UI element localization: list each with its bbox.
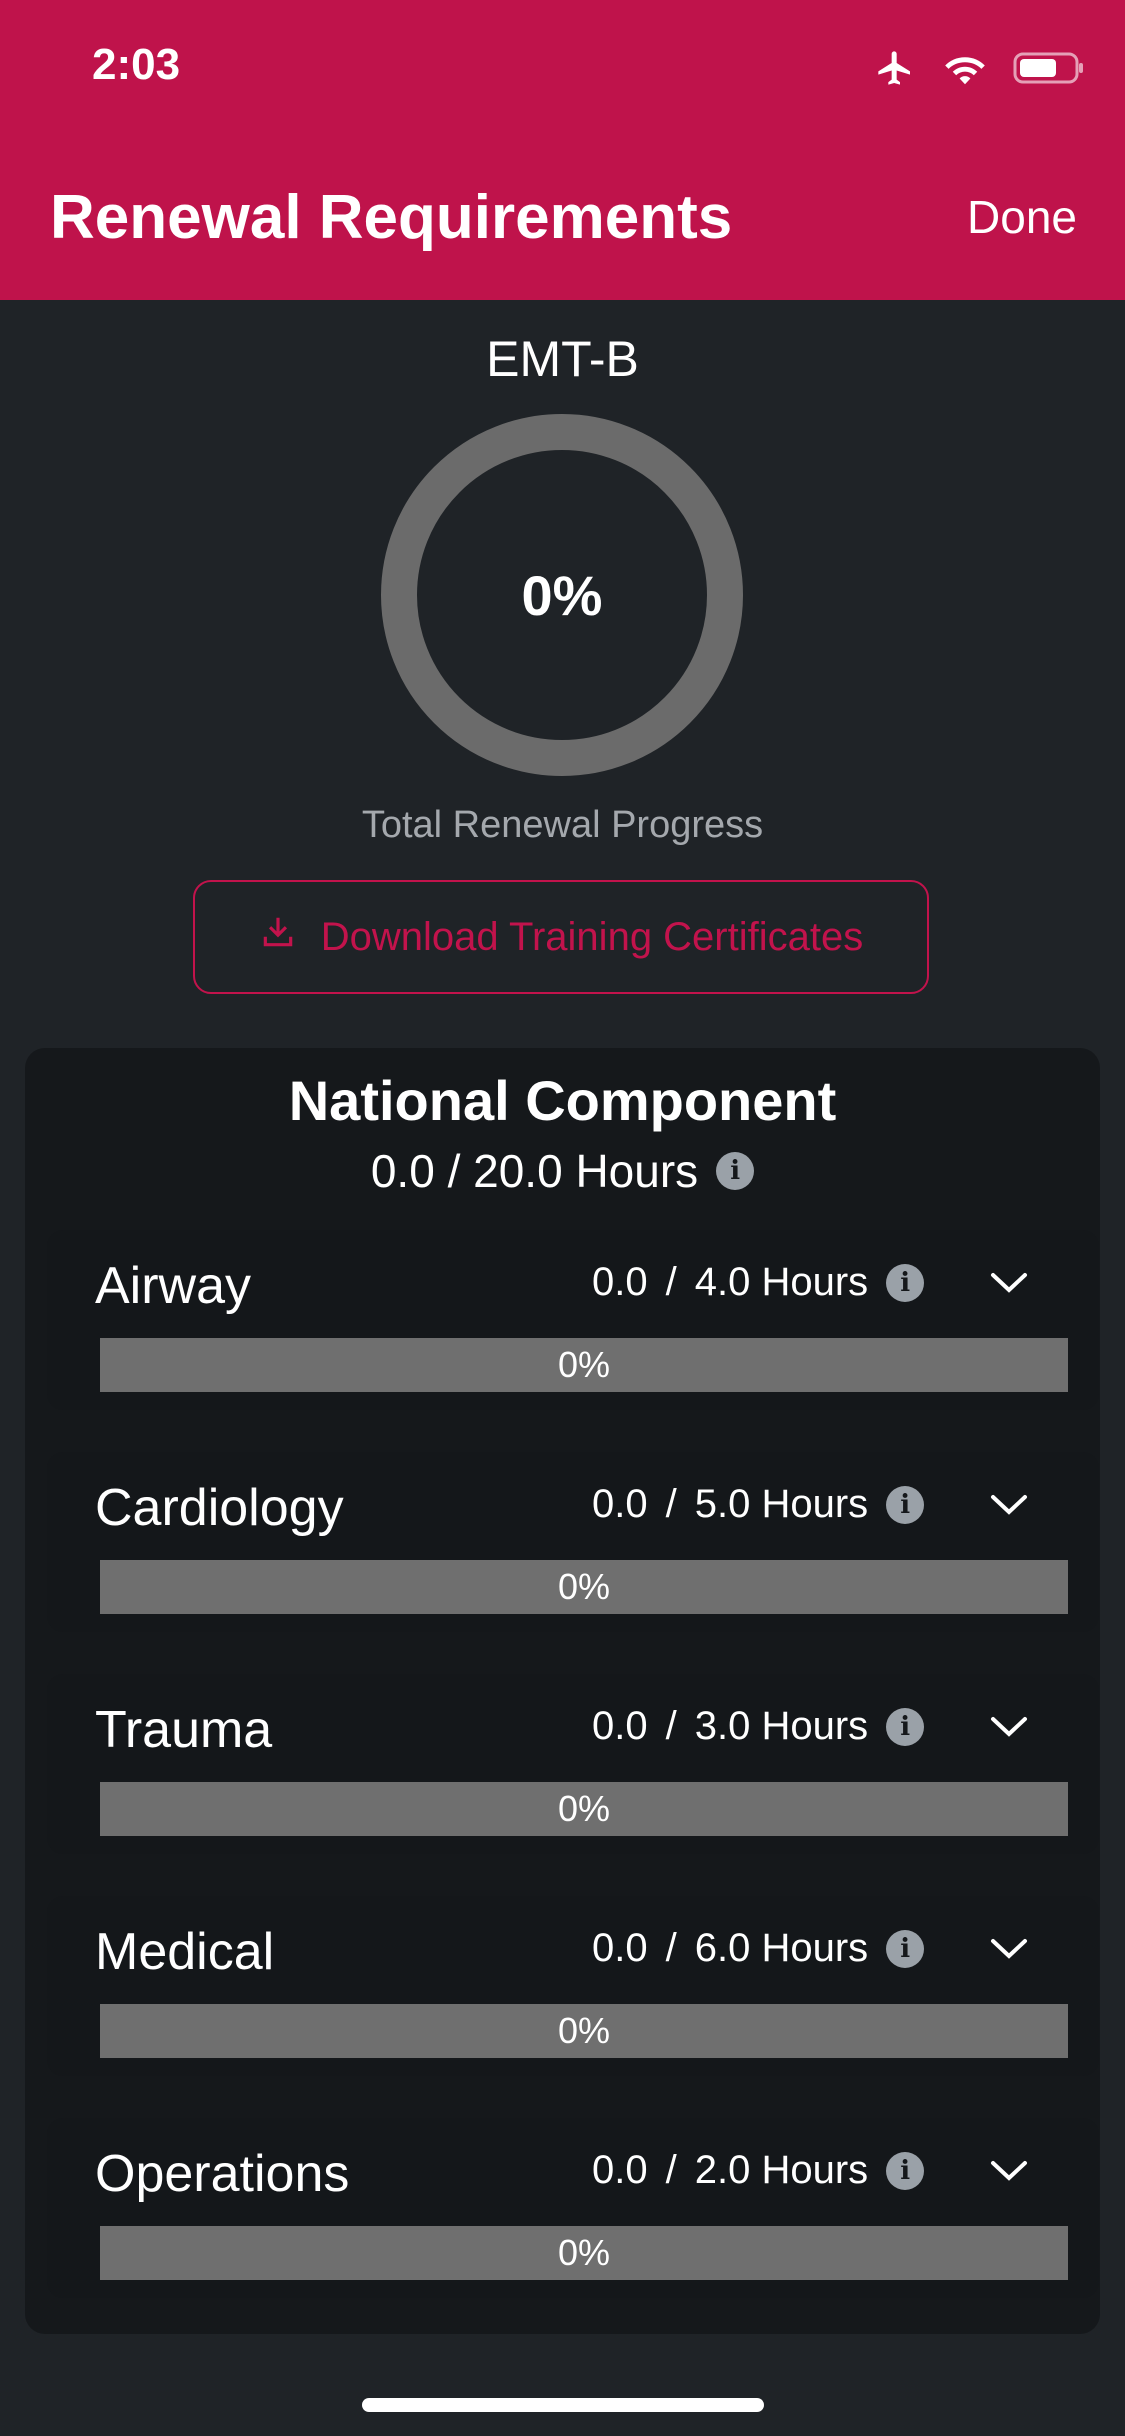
info-icon[interactable]: i [886, 1707, 925, 1746]
download-icon [259, 913, 297, 961]
progress-bar: 0% [100, 2226, 1068, 2280]
status-icons [873, 48, 1085, 93]
chevron-down-icon[interactable] [989, 1492, 1029, 1523]
hours-separator: / [665, 1926, 677, 1970]
category-name: Airway [95, 1257, 252, 1315]
category-row[interactable]: Airway 0.0 / 4.0 Hours i 0% [47, 1230, 1099, 1410]
progress-caption: Total Renewal Progress [361, 804, 764, 846]
progress-bar: 0% [100, 1782, 1068, 1836]
hours-done: 0.0 [592, 1260, 648, 1304]
info-icon[interactable]: i [886, 2151, 925, 2190]
section-title: National Component [288, 1069, 837, 1132]
page-title: Renewal Requirements [50, 183, 733, 252]
hours-separator: / [665, 1260, 677, 1304]
battery-icon [1013, 50, 1085, 91]
category-row[interactable]: Medical 0.0 / 6.0 Hours i 0% [47, 1896, 1099, 2076]
progress-bar: 0% [100, 1338, 1068, 1392]
info-icon[interactable]: i [886, 1263, 925, 1302]
section-hours-text: 0.0 / 20.0 Hours [370, 1145, 699, 1197]
category-name: Operations [95, 2145, 350, 2203]
chevron-down-icon[interactable] [989, 1936, 1029, 1967]
status-time: 2:03 [92, 40, 181, 89]
info-icon[interactable]: i [886, 1929, 925, 1968]
progress-percent: 0% [521, 563, 603, 627]
info-icon[interactable]: i [716, 1152, 755, 1190]
hours-done: 0.0 [592, 2148, 648, 2192]
airplane-icon [873, 48, 917, 93]
home-indicator[interactable] [362, 2398, 764, 2412]
category-row[interactable]: Trauma 0.0 / 3.0 Hours i 0% [47, 1674, 1099, 1854]
hours-separator: / [665, 1704, 677, 1748]
chevron-down-icon[interactable] [989, 1270, 1029, 1301]
progress-bar: 0% [100, 2004, 1068, 2058]
category-row[interactable]: Cardiology 0.0 / 5.0 Hours i 0% [47, 1452, 1099, 1632]
certification-name: EMT-B [486, 331, 639, 387]
hours-done: 0.0 [592, 1704, 648, 1748]
download-label: Download Training Certificates [320, 914, 864, 959]
progress-bar-label: 0% [557, 2010, 611, 2051]
category-name: Medical [95, 1923, 275, 1981]
progress-ring: 0% [381, 414, 743, 776]
chevron-down-icon[interactable] [989, 2158, 1029, 2189]
progress-bar-label: 0% [557, 1344, 611, 1385]
hours-total: 6.0 Hours [694, 1926, 869, 1970]
category-row[interactable]: Operations 0.0 / 2.0 Hours i 0% [47, 2118, 1099, 2298]
national-component-card: National Component 0.0 / 20.0 Hours i Ai… [25, 1048, 1100, 2334]
hours-total: 5.0 Hours [694, 1482, 869, 1526]
wifi-icon [943, 50, 987, 91]
download-certificates-button[interactable]: Download Training Certificates [193, 880, 929, 994]
info-icon[interactable]: i [886, 1485, 925, 1524]
progress-bar: 0% [100, 1560, 1068, 1614]
category-name: Cardiology [95, 1479, 344, 1537]
hours-total: 3.0 Hours [694, 1704, 869, 1748]
done-button[interactable]: Done [967, 190, 1077, 244]
hours-total: 2.0 Hours [694, 2148, 869, 2192]
hours-done: 0.0 [592, 1482, 648, 1526]
app-header: 2:03 Renewal Requirements Done [0, 0, 1125, 300]
progress-bar-label: 0% [557, 1566, 611, 1607]
chevron-down-icon[interactable] [989, 1714, 1029, 1745]
hours-total: 4.0 Hours [694, 1260, 869, 1304]
progress-bar-label: 0% [557, 2232, 611, 2273]
hours-separator: / [665, 1482, 677, 1526]
progress-bar-label: 0% [557, 1788, 611, 1829]
hours-separator: / [665, 2148, 677, 2192]
section-hours: 0.0 / 20.0 Hours i [25, 1144, 1100, 1198]
category-name: Trauma [95, 1701, 273, 1759]
hours-done: 0.0 [592, 1926, 648, 1970]
